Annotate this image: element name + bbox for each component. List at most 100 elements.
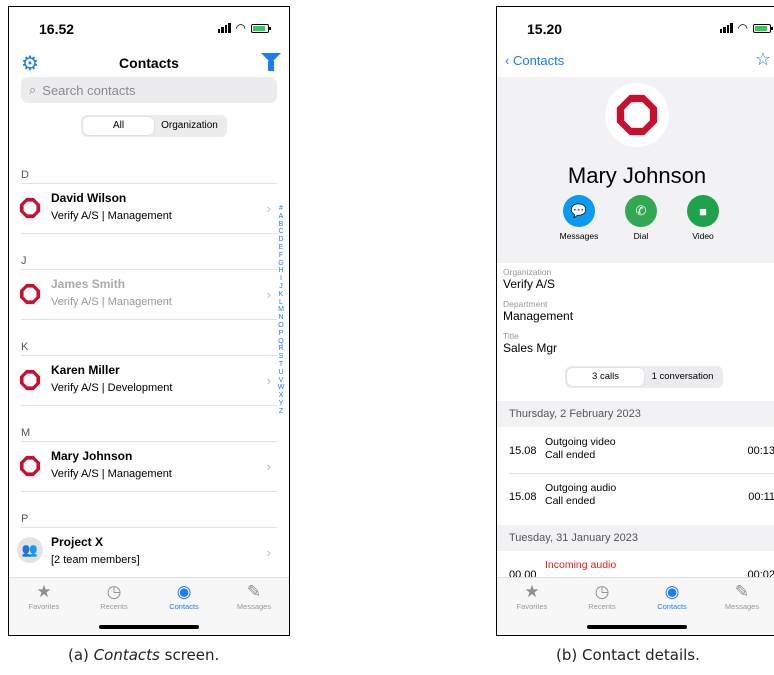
index-letter[interactable]: E — [277, 244, 285, 252]
company-logo-icon — [19, 197, 41, 219]
tab-label: Messages — [236, 602, 272, 611]
contact-row[interactable]: Karen Miller Verify A/S | Development › — [9, 359, 289, 405]
index-letter[interactable]: W — [277, 384, 285, 392]
index-letter[interactable]: B — [277, 221, 285, 229]
filter-icon[interactable] — [261, 53, 281, 71]
index-letter[interactable]: U — [277, 369, 285, 377]
action-buttons: 💬 Messages ✆ Dial ■ Video — [557, 195, 725, 241]
index-letter[interactable]: R — [277, 345, 285, 353]
index-letter[interactable]: V — [277, 377, 285, 385]
action-label: Dial — [633, 231, 649, 241]
tab-favorites[interactable]: ★ Favorites — [497, 578, 567, 635]
segment-calls[interactable]: 3 calls — [567, 368, 644, 386]
index-letter[interactable]: Z — [277, 408, 285, 416]
segment-conversation[interactable]: 1 conversation — [644, 368, 721, 386]
section-header: M — [21, 427, 31, 439]
section-header: K — [21, 341, 29, 353]
alphabet-index[interactable]: # A B C D E F G H I J K L M N O P Q R S T U V W X Y Z — [277, 205, 285, 416]
star-icon[interactable]: ☆ — [755, 49, 771, 70]
video-button[interactable]: ■ Video — [681, 195, 725, 241]
index-letter[interactable]: T — [277, 361, 285, 369]
contact-name: Project X — [51, 535, 104, 549]
dial-button[interactable]: ✆ Dial — [619, 195, 663, 241]
contact-name: Karen Miller — [51, 363, 120, 377]
contact-row[interactable]: David Wilson Verify A/S | Management › — [9, 187, 289, 233]
contact-name: David Wilson — [51, 191, 127, 205]
search-input[interactable]: ⌕ Search contacts — [21, 77, 277, 103]
compose-icon: ✎ — [246, 582, 262, 601]
tab-messages[interactable]: ✎ Messages — [219, 578, 289, 635]
section-header: J — [21, 255, 27, 267]
home-indicator — [587, 625, 687, 629]
index-letter[interactable]: H — [277, 267, 285, 275]
caption-a: (a) Contacts screen. — [68, 646, 219, 664]
segmented-control: All Organization — [81, 115, 227, 137]
segment-all[interactable]: All — [83, 117, 154, 135]
video-camera-icon: ■ — [687, 195, 719, 227]
index-letter[interactable]: G — [277, 260, 285, 268]
action-label: Video — [692, 231, 714, 241]
tab-label: Contacts — [169, 602, 199, 611]
contact-row[interactable]: 👥 Project X [2 team members] › — [9, 531, 289, 577]
call-time: 15.08 — [509, 445, 537, 457]
tab-label: Favorites — [28, 602, 60, 611]
index-letter[interactable]: O — [277, 322, 285, 330]
index-letter[interactable]: X — [277, 392, 285, 400]
divider — [21, 183, 277, 184]
contact-org: [2 team members] — [51, 554, 140, 566]
tab-label: Recents — [588, 602, 616, 611]
contact-details-screen: 15.20 ◠ ‹ Contacts ☆ Mary Johnson 💬 Messa… — [496, 6, 774, 636]
avatar — [605, 83, 669, 147]
index-letter[interactable]: N — [277, 314, 285, 322]
status-time: 16.52 — [39, 21, 75, 37]
index-letter[interactable]: L — [277, 299, 285, 307]
caption-a-prefix: (a) — [68, 646, 94, 664]
company-logo-icon — [616, 94, 658, 136]
index-letter[interactable]: F — [277, 252, 285, 260]
divider — [509, 473, 774, 474]
tab-messages[interactable]: ✎ Messages — [707, 578, 774, 635]
home-indicator — [99, 625, 199, 629]
call-status: Call ended — [545, 495, 596, 507]
index-letter[interactable]: Q — [277, 338, 285, 346]
divider — [21, 355, 277, 356]
index-letter[interactable]: C — [277, 228, 285, 236]
date-group-header: Thursday, 2 February 2023 — [497, 401, 774, 427]
signal-icon — [217, 23, 231, 33]
index-letter[interactable]: A — [277, 213, 285, 221]
clock-icon: ◷ — [106, 582, 122, 601]
status-icons: ◠ — [217, 21, 271, 35]
call-row[interactable]: 15.08 Outgoing video Call ended 00:13 — [497, 429, 774, 473]
index-letter[interactable]: J — [277, 283, 285, 291]
contact-name: Mary Johnson — [567, 163, 707, 188]
index-letter[interactable]: # — [277, 205, 285, 213]
contact-org: Verify A/S | Management — [51, 210, 172, 222]
tab-bar: ★ Favorites ◷ Recents ◉ Contacts ✎ Messages — [9, 577, 289, 635]
organization-field: Organization Verify A/S — [503, 267, 555, 291]
tab-favorites[interactable]: ★ Favorites — [9, 578, 79, 635]
index-letter[interactable]: K — [277, 291, 285, 299]
segment-organization[interactable]: Organization — [154, 117, 225, 135]
contact-row[interactable]: James Smith Verify A/S | Management › — [9, 273, 289, 319]
star-icon: ★ — [524, 582, 540, 601]
messages-button[interactable]: 💬 Messages — [557, 195, 601, 241]
back-label: Contacts — [512, 53, 565, 68]
search-icon: ⌕ — [29, 82, 37, 97]
chat-icon: 💬 — [563, 195, 595, 227]
index-letter[interactable]: S — [277, 353, 285, 361]
index-letter[interactable]: M — [277, 306, 285, 314]
phone-icon: ✆ — [625, 195, 657, 227]
index-letter[interactable]: D — [277, 236, 285, 244]
back-button[interactable]: ‹ Contacts — [505, 53, 564, 68]
company-logo-icon — [19, 455, 41, 477]
compose-icon: ✎ — [734, 582, 750, 601]
index-letter[interactable]: Y — [277, 400, 285, 408]
index-letter[interactable]: I — [277, 275, 285, 283]
wifi-icon: ◠ — [235, 21, 246, 35]
call-row[interactable]: 15.08 Outgoing audio Call ended 00:11 — [497, 475, 774, 519]
contact-row[interactable]: Mary Johnson Verify A/S | Management › — [9, 445, 289, 491]
person-icon: ◉ — [176, 582, 192, 601]
index-letter[interactable]: P — [277, 330, 285, 338]
chevron-right-icon: › — [266, 545, 271, 560]
company-logo-icon — [19, 369, 41, 391]
